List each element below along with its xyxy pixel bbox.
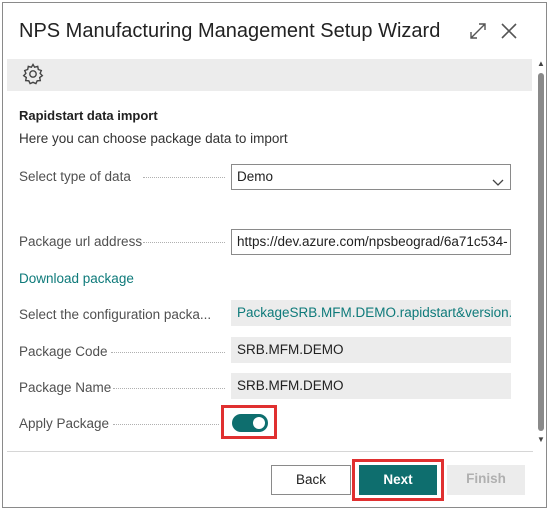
footer-divider [7, 451, 533, 452]
leader-dots [143, 177, 225, 178]
config-package-value[interactable]: PackageSRB.MFM.DEMO.rapidstart&version..… [231, 300, 511, 326]
scroll-up-icon[interactable]: ▲ [536, 59, 546, 69]
package-name-value: SRB.MFM.DEMO [231, 373, 511, 399]
apply-package-toggle[interactable] [232, 414, 268, 432]
package-name-label: Package Name [19, 380, 112, 395]
dialog-title: NPS Manufacturing Management Setup Wizar… [19, 20, 441, 42]
leader-dots [113, 424, 219, 425]
next-highlight: Next [352, 459, 444, 501]
close-icon[interactable] [498, 20, 520, 42]
scroll-thumb[interactable] [538, 73, 544, 431]
toggle-highlight [221, 405, 277, 439]
config-package-label: Select the configuration packa... [19, 307, 212, 322]
gear-icon [21, 62, 45, 86]
package-url-input[interactable]: https://dev.azure.com/npsbeograd/6a71c53… [231, 229, 511, 255]
leader-dots [143, 242, 225, 243]
expand-icon[interactable] [467, 20, 489, 42]
data-type-value: Demo [237, 169, 274, 184]
package-code-value: SRB.MFM.DEMO [231, 337, 511, 363]
leader-dots [113, 388, 225, 389]
setup-wizard-dialog: NPS Manufacturing Management Setup Wizar… [2, 2, 547, 508]
scroll-down-icon[interactable]: ▼ [536, 435, 546, 445]
leader-dots [111, 352, 225, 353]
vertical-scrollbar[interactable]: ▲ ▼ [536, 59, 546, 449]
package-code-label: Package Code [19, 344, 108, 359]
section-title: Rapidstart data import [19, 108, 158, 123]
apply-package-label: Apply Package [19, 416, 110, 431]
chevron-down-icon [492, 172, 504, 186]
data-type-label: Select type of data [19, 169, 131, 184]
package-url-label: Package url address [19, 234, 143, 249]
settings-band [7, 59, 532, 91]
data-type-select[interactable]: Demo [231, 164, 511, 190]
back-button[interactable]: Back [271, 465, 351, 495]
download-package-link[interactable]: Download package [19, 271, 134, 286]
finish-button[interactable]: Finish [447, 465, 525, 495]
toggle-knob [253, 417, 265, 429]
next-button[interactable]: Next [359, 465, 437, 495]
section-description: Here you can choose package data to impo… [19, 131, 288, 146]
